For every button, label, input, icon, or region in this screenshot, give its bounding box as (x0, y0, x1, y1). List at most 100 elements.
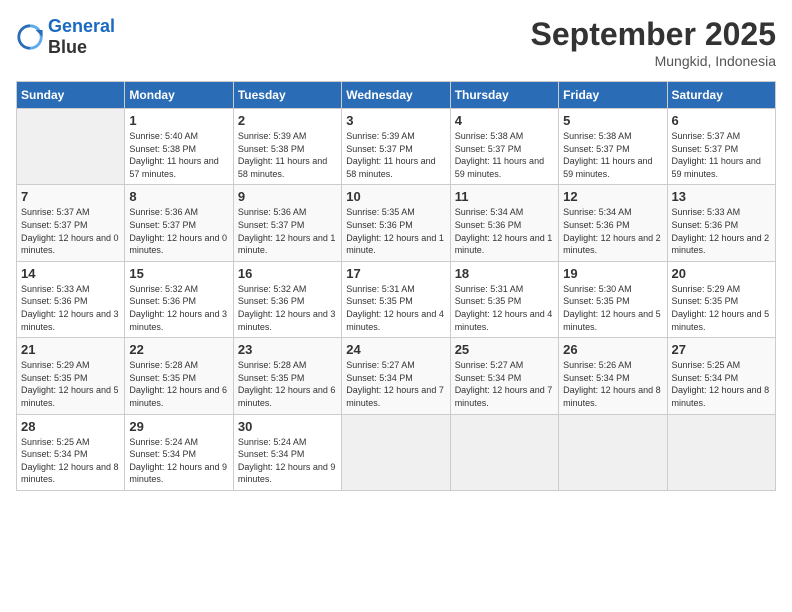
day-info: Sunrise: 5:40 AMSunset: 5:38 PMDaylight:… (129, 130, 228, 180)
day-number: 21 (21, 342, 120, 357)
week-row-1: 1Sunrise: 5:40 AMSunset: 5:38 PMDaylight… (17, 109, 776, 185)
header-day-wednesday: Wednesday (342, 82, 450, 109)
title-block: September 2025 Mungkid, Indonesia (531, 16, 776, 69)
header-day-tuesday: Tuesday (233, 82, 341, 109)
month-title: September 2025 (531, 16, 776, 53)
page-header: General Blue September 2025 Mungkid, Ind… (16, 16, 776, 69)
day-number: 28 (21, 419, 120, 434)
day-number: 11 (455, 189, 554, 204)
calendar-cell (450, 414, 558, 490)
header-day-thursday: Thursday (450, 82, 558, 109)
calendar-cell: 12 Sunrise: 5:34 AMSunset: 5:36 PMDayligh… (559, 185, 667, 261)
day-number: 7 (21, 189, 120, 204)
week-row-5: 28 Sunrise: 5:25 AMSunset: 5:34 PMDayligh… (17, 414, 776, 490)
day-number: 14 (21, 266, 120, 281)
day-number: 15 (129, 266, 228, 281)
day-number: 24 (346, 342, 445, 357)
calendar-cell (342, 414, 450, 490)
calendar-cell: 22 Sunrise: 5:28 AMSunset: 5:35 PMDayligh… (125, 338, 233, 414)
calendar-cell: 21 Sunrise: 5:29 AMSunset: 5:35 PMDayligh… (17, 338, 125, 414)
calendar-cell: 25Sunrise: 5:27 AMSunset: 5:34 PMDayligh… (450, 338, 558, 414)
day-info: Sunrise: 5:24 AMSunset: 5:34 PMDaylight:… (238, 436, 337, 486)
day-number: 18 (455, 266, 554, 281)
day-info: Sunrise: 5:31 AMSunset: 5:35 PMDaylight:… (455, 283, 554, 333)
day-info: Sunrise: 5:27 AMSunset: 5:34 PMDaylight:… (346, 359, 445, 409)
day-info: Sunrise: 5:28 AMSunset: 5:35 PMDaylight:… (129, 359, 228, 409)
day-number: 8 (129, 189, 228, 204)
day-number: 9 (238, 189, 337, 204)
calendar-cell: 26Sunrise: 5:26 AMSunset: 5:34 PMDayligh… (559, 338, 667, 414)
day-info: Sunrise: 5:39 AMSunset: 5:38 PMDaylight:… (238, 130, 337, 180)
day-info: Sunrise: 5:29 AMSunset: 5:35 PMDaylight:… (672, 283, 771, 333)
day-number: 22 (129, 342, 228, 357)
calendar-cell: 18 Sunrise: 5:31 AMSunset: 5:35 PMDayligh… (450, 261, 558, 337)
day-number: 12 (563, 189, 662, 204)
day-info: Sunrise: 5:38 AMSunset: 5:37 PMDaylight:… (563, 130, 662, 180)
week-row-4: 21 Sunrise: 5:29 AMSunset: 5:35 PMDayligh… (17, 338, 776, 414)
calendar-cell: 19 Sunrise: 5:30 AMSunset: 5:35 PMDayligh… (559, 261, 667, 337)
day-info: Sunrise: 5:27 AMSunset: 5:34 PMDaylight:… (455, 359, 554, 409)
logo-general: General (48, 16, 115, 36)
day-info: Sunrise: 5:25 AMSunset: 5:34 PMDaylight:… (21, 436, 120, 486)
day-number: 27 (672, 342, 771, 357)
calendar-cell: 9 Sunrise: 5:36 AMSunset: 5:37 PMDaylight… (233, 185, 341, 261)
day-info: Sunrise: 5:36 AMSunset: 5:37 PMDaylight:… (238, 206, 337, 256)
calendar-cell: 7 Sunrise: 5:37 AMSunset: 5:37 PMDaylight… (17, 185, 125, 261)
day-info: Sunrise: 5:30 AMSunset: 5:35 PMDaylight:… (563, 283, 662, 333)
day-number: 6 (672, 113, 771, 128)
calendar-cell: 13 Sunrise: 5:33 AMSunset: 5:36 PMDayligh… (667, 185, 775, 261)
calendar-cell: 8Sunrise: 5:36 AMSunset: 5:37 PMDaylight… (125, 185, 233, 261)
calendar-cell: 3 Sunrise: 5:39 AMSunset: 5:37 PMDaylight… (342, 109, 450, 185)
day-info: Sunrise: 5:32 AMSunset: 5:36 PMDaylight:… (129, 283, 228, 333)
calendar-cell (559, 414, 667, 490)
calendar-cell: 16 Sunrise: 5:32 AMSunset: 5:36 PMDayligh… (233, 261, 341, 337)
day-info: Sunrise: 5:34 AMSunset: 5:36 PMDaylight:… (455, 206, 554, 256)
day-info: Sunrise: 5:35 AMSunset: 5:36 PMDaylight:… (346, 206, 445, 256)
header-row: SundayMondayTuesdayWednesdayThursdayFrid… (17, 82, 776, 109)
day-number: 2 (238, 113, 337, 128)
day-info: Sunrise: 5:28 AMSunset: 5:35 PMDaylight:… (238, 359, 337, 409)
day-number: 26 (563, 342, 662, 357)
day-number: 29 (129, 419, 228, 434)
day-number: 19 (563, 266, 662, 281)
day-info: Sunrise: 5:39 AMSunset: 5:37 PMDaylight:… (346, 130, 445, 180)
calendar-cell: 17Sunrise: 5:31 AMSunset: 5:35 PMDayligh… (342, 261, 450, 337)
day-number: 4 (455, 113, 554, 128)
calendar-cell: 10 Sunrise: 5:35 AMSunset: 5:36 PMDayligh… (342, 185, 450, 261)
calendar-cell: 15 Sunrise: 5:32 AMSunset: 5:36 PMDayligh… (125, 261, 233, 337)
calendar-cell: 5Sunrise: 5:38 AMSunset: 5:37 PMDaylight… (559, 109, 667, 185)
day-info: Sunrise: 5:24 AMSunset: 5:34 PMDaylight:… (129, 436, 228, 486)
day-number: 10 (346, 189, 445, 204)
day-number: 3 (346, 113, 445, 128)
day-info: Sunrise: 5:34 AMSunset: 5:36 PMDaylight:… (563, 206, 662, 256)
header-day-saturday: Saturday (667, 82, 775, 109)
calendar-cell: 6Sunrise: 5:37 AMSunset: 5:37 PMDaylight… (667, 109, 775, 185)
day-info: Sunrise: 5:32 AMSunset: 5:36 PMDaylight:… (238, 283, 337, 333)
header-day-sunday: Sunday (17, 82, 125, 109)
day-number: 20 (672, 266, 771, 281)
day-info: Sunrise: 5:33 AMSunset: 5:36 PMDaylight:… (21, 283, 120, 333)
day-info: Sunrise: 5:37 AMSunset: 5:37 PMDaylight:… (21, 206, 120, 256)
logo-icon (16, 23, 44, 51)
calendar-cell: 4Sunrise: 5:38 AMSunset: 5:37 PMDaylight… (450, 109, 558, 185)
week-row-2: 7 Sunrise: 5:37 AMSunset: 5:37 PMDaylight… (17, 185, 776, 261)
header-day-friday: Friday (559, 82, 667, 109)
calendar-cell: 29 Sunrise: 5:24 AMSunset: 5:34 PMDayligh… (125, 414, 233, 490)
calendar-cell: 11 Sunrise: 5:34 AMSunset: 5:36 PMDayligh… (450, 185, 558, 261)
day-info: Sunrise: 5:33 AMSunset: 5:36 PMDaylight:… (672, 206, 771, 256)
week-row-3: 14 Sunrise: 5:33 AMSunset: 5:36 PMDayligh… (17, 261, 776, 337)
calendar-cell: 23Sunrise: 5:28 AMSunset: 5:35 PMDayligh… (233, 338, 341, 414)
day-number: 13 (672, 189, 771, 204)
day-info: Sunrise: 5:29 AMSunset: 5:35 PMDaylight:… (21, 359, 120, 409)
calendar-cell: 28 Sunrise: 5:25 AMSunset: 5:34 PMDayligh… (17, 414, 125, 490)
calendar-cell: 30Sunrise: 5:24 AMSunset: 5:34 PMDayligh… (233, 414, 341, 490)
day-info: Sunrise: 5:25 AMSunset: 5:34 PMDaylight:… (672, 359, 771, 409)
calendar-cell (667, 414, 775, 490)
calendar-cell: 1Sunrise: 5:40 AMSunset: 5:38 PMDaylight… (125, 109, 233, 185)
calendar-cell: 20 Sunrise: 5:29 AMSunset: 5:35 PMDayligh… (667, 261, 775, 337)
calendar-cell: 14 Sunrise: 5:33 AMSunset: 5:36 PMDayligh… (17, 261, 125, 337)
calendar-cell: 2 Sunrise: 5:39 AMSunset: 5:38 PMDaylight… (233, 109, 341, 185)
header-day-monday: Monday (125, 82, 233, 109)
calendar-cell: 24 Sunrise: 5:27 AMSunset: 5:34 PMDayligh… (342, 338, 450, 414)
day-number: 16 (238, 266, 337, 281)
